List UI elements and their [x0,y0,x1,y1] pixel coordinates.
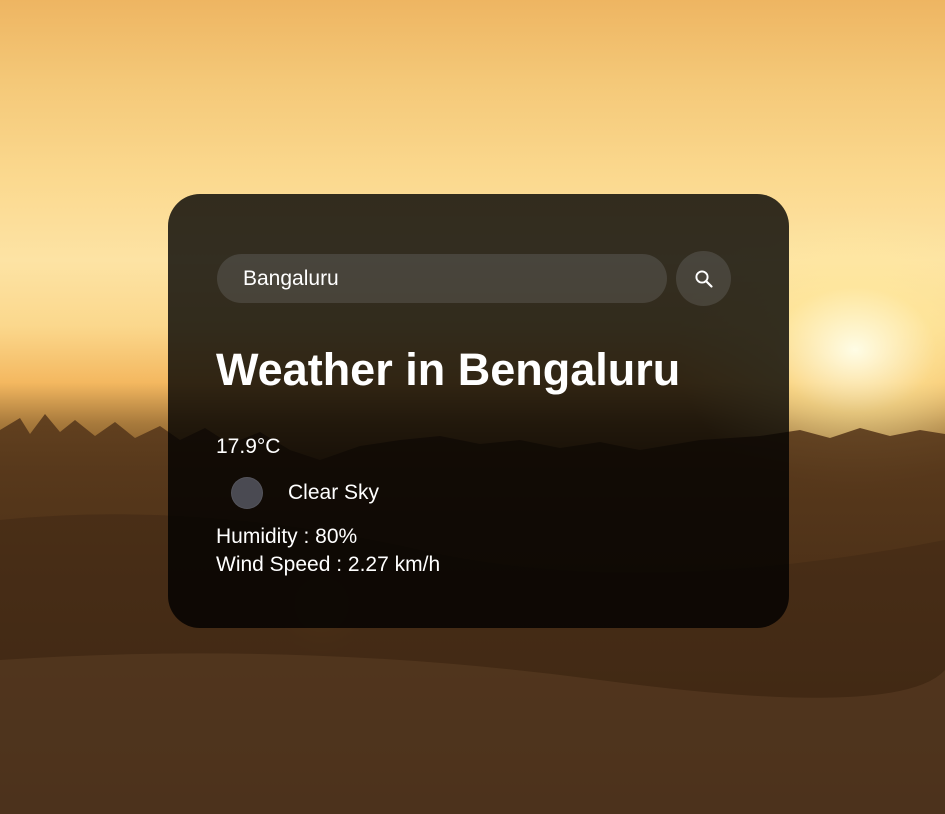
page: { "search": { "value": "Bangaluru", "ico… [0,0,945,814]
weather-description-row: Clear Sky [231,476,379,510]
temperature: 17.9°C [216,435,281,458]
search-icon [694,269,713,288]
weather-card: Weather in Bengaluru 17.9°C Clear Sky Hu… [168,194,789,628]
weather-description: Clear Sky [288,481,380,504]
search-bar [217,251,732,309]
city-search-input[interactable] [217,254,667,303]
weather-condition-icon [231,477,263,509]
wind-speed: Wind Speed : 2.27 km/h [216,553,441,576]
city-title: Weather in Bengaluru [216,344,681,395]
humidity: Humidity : 80% [216,525,358,548]
search-button[interactable] [676,251,731,306]
